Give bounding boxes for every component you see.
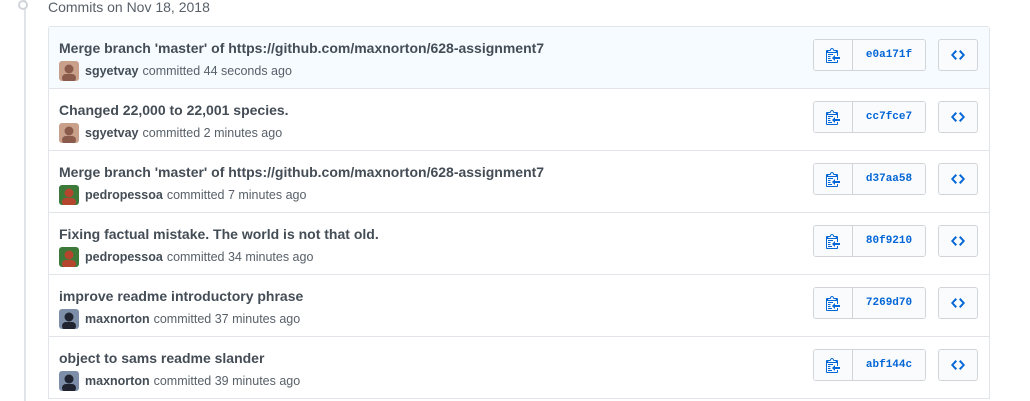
commit-sha-link[interactable]: cc7fce7 <box>853 102 925 132</box>
clippy-icon <box>826 48 840 63</box>
sha-button-group: 7269d70 <box>813 287 926 319</box>
commit-row: Merge branch 'master' of https://github.… <box>49 27 989 89</box>
commit-title-link[interactable]: Changed 22,000 to 22,001 species. <box>59 100 289 120</box>
commit-time-text: committed 39 minutes ago <box>153 374 301 388</box>
commit-sha-link[interactable]: abf144c <box>853 350 925 380</box>
commit-row: improve readme introductory phrase maxno… <box>49 275 989 337</box>
commit-author-link[interactable]: maxnorton <box>85 374 150 388</box>
code-icon <box>951 174 965 184</box>
commit-row: Changed 22,000 to 22,001 species. sgyetv… <box>49 89 989 151</box>
author-avatar[interactable] <box>59 123 79 143</box>
author-avatar[interactable] <box>59 185 79 205</box>
browse-repo-button[interactable] <box>938 287 978 319</box>
clippy-icon <box>826 296 840 311</box>
commit-title-link[interactable]: Fixing factual mistake. The world is not… <box>59 224 379 244</box>
commit-row: Merge branch 'master' of https://github.… <box>49 151 989 213</box>
browse-repo-button[interactable] <box>938 225 978 257</box>
copy-sha-button[interactable] <box>814 164 853 194</box>
commit-sha-link[interactable]: 7269d70 <box>853 288 925 318</box>
browse-repo-button[interactable] <box>938 349 978 381</box>
commit-meta: maxnorton committed 39 minutes ago <box>59 371 300 391</box>
commit-sha-link[interactable]: e0a171f <box>853 40 925 70</box>
copy-sha-button[interactable] <box>814 288 853 318</box>
commit-row: object to sams readme slander maxnorton … <box>49 337 989 399</box>
sha-button-group: 80f9210 <box>813 225 926 257</box>
code-icon <box>951 360 965 370</box>
copy-sha-button[interactable] <box>814 350 853 380</box>
commit-meta: pedropessoa committed 34 minutes ago <box>59 247 313 267</box>
commit-time-text: committed 44 seconds ago <box>142 64 292 78</box>
browse-repo-button[interactable] <box>938 101 978 133</box>
commit-row: Fixing factual mistake. The world is not… <box>49 213 989 275</box>
clippy-icon <box>826 234 840 249</box>
commit-title-link[interactable]: object to sams readme slander <box>59 348 264 368</box>
commit-time-text: committed 34 minutes ago <box>166 250 314 264</box>
commit-sha-link[interactable]: d37aa58 <box>853 164 925 194</box>
clippy-icon <box>826 110 840 125</box>
commit-list: Merge branch 'master' of https://github.… <box>48 26 990 399</box>
commit-author-link[interactable]: pedropessoa <box>85 188 163 202</box>
code-icon <box>951 112 965 122</box>
commit-meta: pedropessoa committed 7 minutes ago <box>59 185 306 205</box>
copy-sha-button[interactable] <box>814 40 853 70</box>
browse-repo-button[interactable] <box>938 39 978 71</box>
sha-button-group: e0a171f <box>813 39 926 71</box>
copy-sha-button[interactable] <box>814 102 853 132</box>
author-avatar[interactable] <box>59 309 79 329</box>
author-avatar[interactable] <box>59 371 79 391</box>
sha-button-group: cc7fce7 <box>813 101 926 133</box>
author-avatar[interactable] <box>59 247 79 267</box>
copy-sha-button[interactable] <box>814 226 853 256</box>
commit-author-link[interactable]: pedropessoa <box>85 250 163 264</box>
author-avatar[interactable] <box>59 61 79 81</box>
code-icon <box>951 298 965 308</box>
sha-button-group: d37aa58 <box>813 163 926 195</box>
commit-meta: sgyetvay committed 2 minutes ago <box>59 123 282 143</box>
commit-author-link[interactable]: maxnorton <box>85 312 150 326</box>
commit-sha-link[interactable]: 80f9210 <box>853 226 925 256</box>
commit-meta: sgyetvay committed 44 seconds ago <box>59 61 292 81</box>
clippy-icon <box>826 358 840 373</box>
commit-day-header: Commits on Nov 18, 2018 <box>48 0 210 15</box>
commit-title-link[interactable]: improve readme introductory phrase <box>59 286 303 306</box>
commit-node-icon <box>18 0 28 10</box>
commit-author-link[interactable]: sgyetvay <box>85 64 139 78</box>
browse-repo-button[interactable] <box>938 163 978 195</box>
clippy-icon <box>826 172 840 187</box>
commit-meta: maxnorton committed 37 minutes ago <box>59 309 300 329</box>
sha-button-group: abf144c <box>813 349 926 381</box>
commit-time-text: committed 7 minutes ago <box>166 188 307 202</box>
commit-time-text: committed 37 minutes ago <box>153 312 301 326</box>
code-icon <box>951 236 965 246</box>
commit-title-link[interactable]: Merge branch 'master' of https://github.… <box>59 162 544 182</box>
code-icon <box>951 50 965 60</box>
timeline-line <box>24 0 26 401</box>
commit-time-text: committed 2 minutes ago <box>142 126 283 140</box>
commit-title-link[interactable]: Merge branch 'master' of https://github.… <box>59 38 544 58</box>
commit-author-link[interactable]: sgyetvay <box>85 126 139 140</box>
